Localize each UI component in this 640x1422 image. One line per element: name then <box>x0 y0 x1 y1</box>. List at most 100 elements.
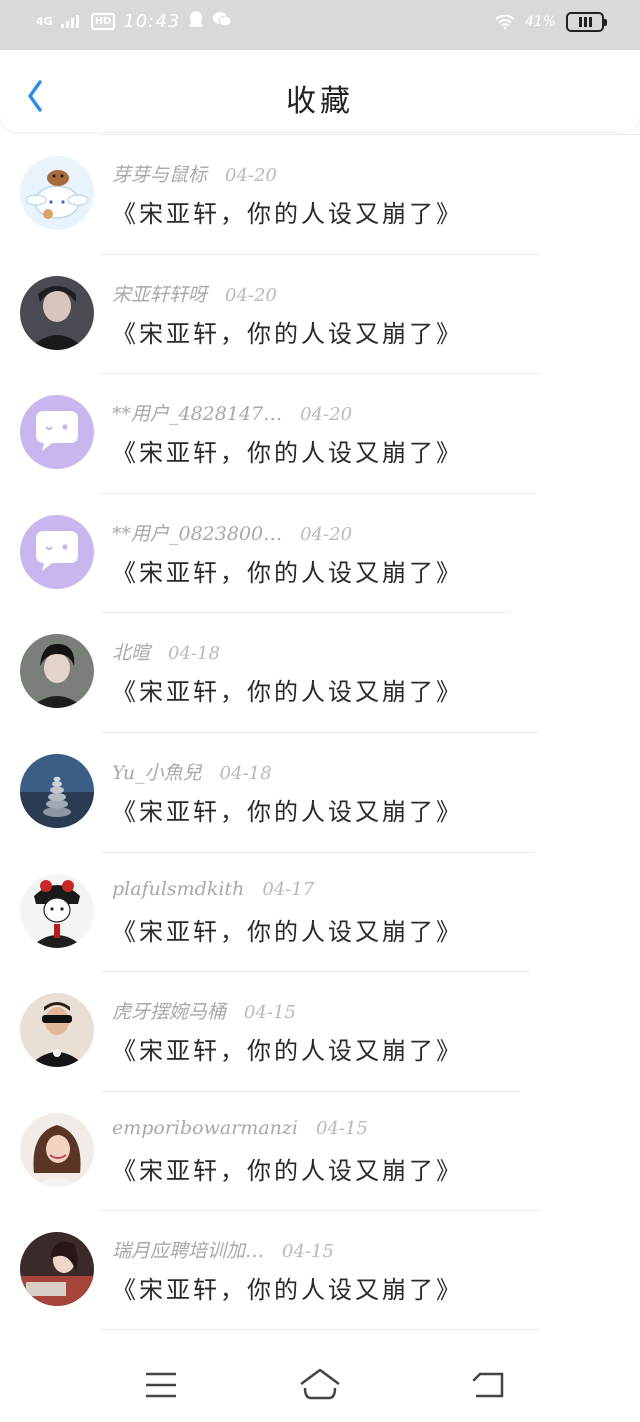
item-date: 04-20 <box>300 523 353 545</box>
stones-avatar-icon <box>20 753 94 828</box>
item-user[interactable]: emporibowarmanzi <box>112 1117 298 1139</box>
item-date: 04-15 <box>244 1002 296 1024</box>
item-title[interactable]: 《宋亚轩，你的人设又崩了》 <box>112 1031 463 1066</box>
avatar[interactable] <box>20 275 94 350</box>
battery-percent: 41% <box>524 14 556 30</box>
item-meta: Yu_小魚兒 04-18 <box>112 758 272 785</box>
list-item[interactable]: 宋亚轩轩呀 04-20 《宋亚轩，你的人设又崩了》 <box>0 253 640 374</box>
avatar[interactable] <box>20 873 94 948</box>
avatar[interactable] <box>20 395 94 470</box>
avatar[interactable] <box>20 1232 94 1307</box>
divider <box>100 851 535 853</box>
item-date: 04-20 <box>225 284 277 306</box>
item-title[interactable]: 《宋亚轩，你的人设又崩了》 <box>112 433 463 468</box>
home-button[interactable] <box>297 1364 343 1404</box>
item-user[interactable]: 虎牙摆婉马桶 <box>112 997 226 1024</box>
avatar[interactable] <box>20 634 94 709</box>
item-meta: 北暄 04-18 <box>112 638 220 665</box>
qq-icon <box>188 10 204 32</box>
wechat-icon <box>212 10 232 32</box>
avatar[interactable] <box>20 514 94 589</box>
status-right: 41% <box>495 12 607 32</box>
item-title[interactable]: 《宋亚轩，你的人设又崩了》 <box>112 1151 463 1186</box>
item-user[interactable]: **用户_0823800… <box>112 519 282 546</box>
cinnamoroll-avatar-icon <box>20 156 94 230</box>
list-item[interactable]: plafulsmdkith 04-17 《宋亚轩，你的人设又崩了》 <box>0 851 640 972</box>
item-meta: **用户_4828147… 04-20 <box>112 399 352 426</box>
list-item[interactable]: 虎牙摆婉马桶 04-15 《宋亚轩，你的人设又崩了》 <box>0 971 640 1091</box>
divider <box>100 612 510 614</box>
wifi-icon <box>495 15 515 29</box>
photo-avatar-icon <box>20 993 94 1068</box>
anime-avatar-icon <box>20 873 94 948</box>
item-user[interactable]: 北暄 <box>112 638 150 665</box>
signal-icon <box>60 15 79 28</box>
photo-avatar-icon <box>20 634 94 709</box>
item-user[interactable]: 瑞月应聘培训加… <box>112 1236 264 1263</box>
avatar[interactable] <box>20 156 94 230</box>
item-title[interactable]: 《宋亚轩，你的人设又崩了》 <box>112 672 463 707</box>
list-item[interactable]: emporibowarmanzi 04-15 《宋亚轩，你的人设又崩了》 <box>0 1090 640 1211</box>
item-user[interactable]: **用户_4828147… <box>112 399 282 426</box>
status-bar: 4G HD 10:43 41% <box>0 0 640 50</box>
system-nav-bar <box>0 1340 640 1422</box>
clock: 10:43 <box>123 10 181 32</box>
item-title[interactable]: 《宋亚轩，你的人设又崩了》 <box>112 792 463 827</box>
item-title[interactable]: 《宋亚轩，你的人设又崩了》 <box>112 553 463 588</box>
home-icon <box>300 1368 340 1400</box>
item-date: 04-20 <box>225 165 277 186</box>
item-title[interactable]: 《宋亚轩，你的人设又崩了》 <box>112 912 463 947</box>
photo-avatar-icon <box>20 275 94 350</box>
item-meta: emporibowarmanzi 04-15 <box>112 1117 368 1139</box>
divider <box>100 731 540 733</box>
network-label: 4G <box>36 14 53 28</box>
divider <box>100 134 640 135</box>
default-chat-avatar-icon <box>20 395 94 470</box>
item-user[interactable]: plafulsmdkith <box>112 878 244 900</box>
divider <box>100 253 540 255</box>
item-date: 04-18 <box>168 643 220 665</box>
default-chat-avatar-icon <box>20 514 94 589</box>
list-item[interactable]: **用户_0823800… 04-20 《宋亚轩，你的人设又崩了》 <box>0 492 640 613</box>
item-date: 04-17 <box>262 878 315 900</box>
avatar[interactable] <box>20 993 94 1068</box>
avatar[interactable] <box>20 753 94 828</box>
divider <box>100 1090 520 1092</box>
divider <box>100 1210 540 1212</box>
divider <box>100 971 530 973</box>
item-meta: 瑞月应聘培训加… 04-15 <box>112 1236 334 1263</box>
page-title: 收藏 <box>286 84 354 119</box>
item-title[interactable]: 《宋亚轩，你的人设又崩了》 <box>112 194 463 229</box>
item-user[interactable]: 芽芽与鼠标 <box>112 160 207 187</box>
item-date: 04-15 <box>282 1241 334 1263</box>
item-meta: plafulsmdkith 04-17 <box>112 878 314 900</box>
item-user[interactable]: 宋亚轩轩呀 <box>112 280 207 307</box>
list-item[interactable]: 芽芽与鼠标 04-20 《宋亚轩，你的人设又崩了》 <box>0 134 640 254</box>
favorites-list: 芽芽与鼠标 04-20 《宋亚轩，你的人设又崩了》 宋亚轩轩呀 04-20 《宋… <box>0 134 640 1331</box>
hd-badge: HD <box>90 12 116 30</box>
item-date: 04-18 <box>219 762 272 784</box>
menu-icon <box>146 1372 176 1398</box>
list-item[interactable]: **用户_4828147… 04-20 《宋亚轩，你的人设又崩了》 <box>0 373 640 493</box>
divider <box>100 1329 540 1331</box>
list-item[interactable]: Yu_小魚兒 04-18 《宋亚轩，你的人设又崩了》 <box>0 731 640 852</box>
menu-button[interactable] <box>138 1364 184 1404</box>
back-nav-button[interactable] <box>466 1364 512 1404</box>
item-title[interactable]: 《宋亚轩，你的人设又崩了》 <box>112 1270 463 1305</box>
item-meta: 宋亚轩轩呀 04-20 <box>112 280 277 307</box>
avatar[interactable] <box>20 1112 94 1187</box>
photo-avatar-icon <box>20 1232 94 1307</box>
status-left: 4G HD 10:43 <box>36 10 232 32</box>
list-item[interactable]: 瑞月应聘培训加… 04-15 《宋亚轩，你的人设又崩了》 <box>0 1210 640 1331</box>
item-title[interactable]: 《宋亚轩，你的人设又崩了》 <box>112 314 463 349</box>
list-item[interactable]: 北暄 04-18 《宋亚轩，你的人设又崩了》 <box>0 612 640 732</box>
item-date: 04-20 <box>300 404 353 426</box>
back-icon <box>472 1372 504 1398</box>
header-bar: 收藏 <box>0 50 640 132</box>
divider <box>100 492 535 494</box>
item-user[interactable]: Yu_小魚兒 <box>112 758 202 785</box>
battery-icon <box>566 12 607 32</box>
item-meta: 虎牙摆婉马桶 04-15 <box>112 997 296 1024</box>
divider <box>100 373 540 375</box>
item-meta: **用户_0823800… 04-20 <box>112 519 352 546</box>
